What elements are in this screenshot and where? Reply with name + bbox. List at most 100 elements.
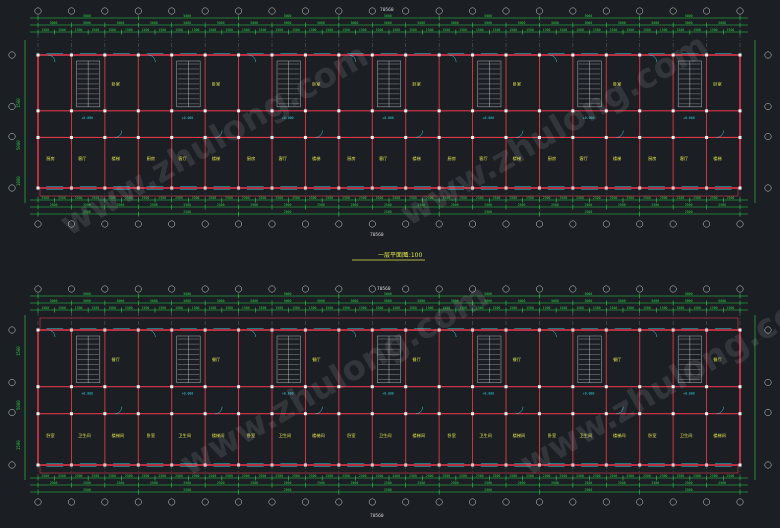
column xyxy=(638,53,642,57)
column xyxy=(103,412,107,416)
column xyxy=(303,135,307,139)
room-label: 卧室 xyxy=(548,432,556,439)
dim-value: 2500 xyxy=(376,474,384,478)
dim-value: 2500 xyxy=(392,474,400,478)
dim-value: 2500 xyxy=(309,474,317,478)
dim-value: 2500 xyxy=(83,203,91,207)
dim-value: 2500 xyxy=(209,474,217,478)
dim-value: 1500 xyxy=(543,306,551,310)
room-label: 楼梯 xyxy=(613,155,621,162)
dim-value: 1500 xyxy=(359,306,367,310)
dim-value: 2500 xyxy=(250,203,258,207)
dim-value: 1500 xyxy=(660,306,668,310)
dim-value: 1500 xyxy=(192,306,200,310)
room-label: 卧室 xyxy=(112,81,120,88)
dim-value: 2500 xyxy=(493,474,501,478)
dim-value: 2500 xyxy=(409,196,417,200)
column xyxy=(103,109,107,113)
dim-value: 2500 xyxy=(451,203,459,207)
dim-value: 5000 xyxy=(83,292,91,296)
column xyxy=(671,385,675,389)
elevation-tag: +0.000 xyxy=(382,392,394,396)
dim-value: 2500 xyxy=(677,474,685,478)
room-label: 餐厅 xyxy=(613,356,621,363)
dim-value: 1500 xyxy=(242,306,250,310)
column xyxy=(537,53,541,57)
plan1-title: 一层平面图 xyxy=(378,252,408,259)
dim-value: 5000 xyxy=(651,21,659,25)
column xyxy=(170,53,174,57)
column xyxy=(604,109,608,113)
room-label: 卧室 xyxy=(412,81,420,88)
elevation-tag: +0.000 xyxy=(483,392,495,396)
column xyxy=(571,109,575,113)
column xyxy=(705,412,709,416)
column xyxy=(738,135,742,139)
elevation-tag: +0.000 xyxy=(683,116,695,120)
dim-value: 1500 xyxy=(326,306,334,310)
dim-value: 1500 xyxy=(643,306,651,310)
dim-value: 1500 xyxy=(108,28,116,32)
dim-value: 2500 xyxy=(710,196,718,200)
column xyxy=(638,412,642,416)
dim-value: 2500 xyxy=(610,474,618,478)
dim-value: 2500 xyxy=(543,196,551,200)
dim-value: 1500 xyxy=(560,28,568,32)
room-label: 楼梯间 xyxy=(112,432,125,439)
dim-value: 1500 xyxy=(92,306,100,310)
column xyxy=(36,328,40,332)
dim-value: 5000 xyxy=(384,292,392,296)
dim-value: 5000 xyxy=(518,21,526,25)
dim-value: 2500 xyxy=(92,196,100,200)
plan2-total-dim-top: 70560 xyxy=(377,286,391,292)
dim-value: 2500 xyxy=(284,203,292,207)
room-label: 卧室 xyxy=(247,432,255,439)
dim-value: 2500 xyxy=(192,196,200,200)
dim-value: 2500 xyxy=(50,481,58,485)
plan1-total-dim-bottom: 70560 xyxy=(370,232,384,238)
column xyxy=(270,135,274,139)
dim-value: 2500 xyxy=(484,210,492,214)
column xyxy=(303,412,307,416)
dim-value: 2500 xyxy=(459,474,467,478)
plan2-side-dim-3: 1500 xyxy=(16,440,21,450)
dim-value: 1500 xyxy=(209,28,217,32)
dim-value: 5000 xyxy=(585,14,593,18)
column xyxy=(203,385,207,389)
room-label: 卧室 xyxy=(46,432,54,439)
dim-value: 1500 xyxy=(158,28,166,32)
dim-value: 1500 xyxy=(275,28,283,32)
dim-value: 1500 xyxy=(292,28,300,32)
dim-value: 2500 xyxy=(75,474,83,478)
column xyxy=(437,385,441,389)
room-label: 厨房 xyxy=(247,155,255,162)
dim-value: 1500 xyxy=(209,306,217,310)
elevation-tag: +0.000 xyxy=(182,392,194,396)
dim-value: 5000 xyxy=(217,21,225,25)
dim-value: 1500 xyxy=(175,306,183,310)
dim-value: 2500 xyxy=(626,474,634,478)
dim-value: 2500 xyxy=(83,210,91,214)
dim-value: 1500 xyxy=(309,306,317,310)
room-label: 餐厅 xyxy=(412,356,420,363)
dim-value: 1500 xyxy=(443,28,451,32)
dim-value: 1500 xyxy=(727,28,735,32)
column xyxy=(738,186,742,190)
dim-value: 2500 xyxy=(526,196,534,200)
dim-value: 2500 xyxy=(585,203,593,207)
dim-value: 2500 xyxy=(576,474,584,478)
room-label: 卧室 xyxy=(648,432,656,439)
dim-value: 1500 xyxy=(677,306,685,310)
dim-value: 2500 xyxy=(376,196,384,200)
dim-value: 5000 xyxy=(83,21,91,25)
room-label: 楼梯间 xyxy=(713,432,726,439)
dim-value: 5000 xyxy=(317,299,325,303)
dim-value: 5000 xyxy=(250,299,258,303)
column xyxy=(237,109,241,113)
dim-value: 1500 xyxy=(41,28,49,32)
cad-drawing: 5000 5000 5000 5000 5000 5000 5000 5000 5000 5000… xyxy=(0,0,780,528)
dim-value: 2500 xyxy=(284,481,292,485)
dim-value: 2500 xyxy=(593,196,601,200)
dim-value: 5000 xyxy=(618,21,626,25)
column xyxy=(36,53,40,57)
